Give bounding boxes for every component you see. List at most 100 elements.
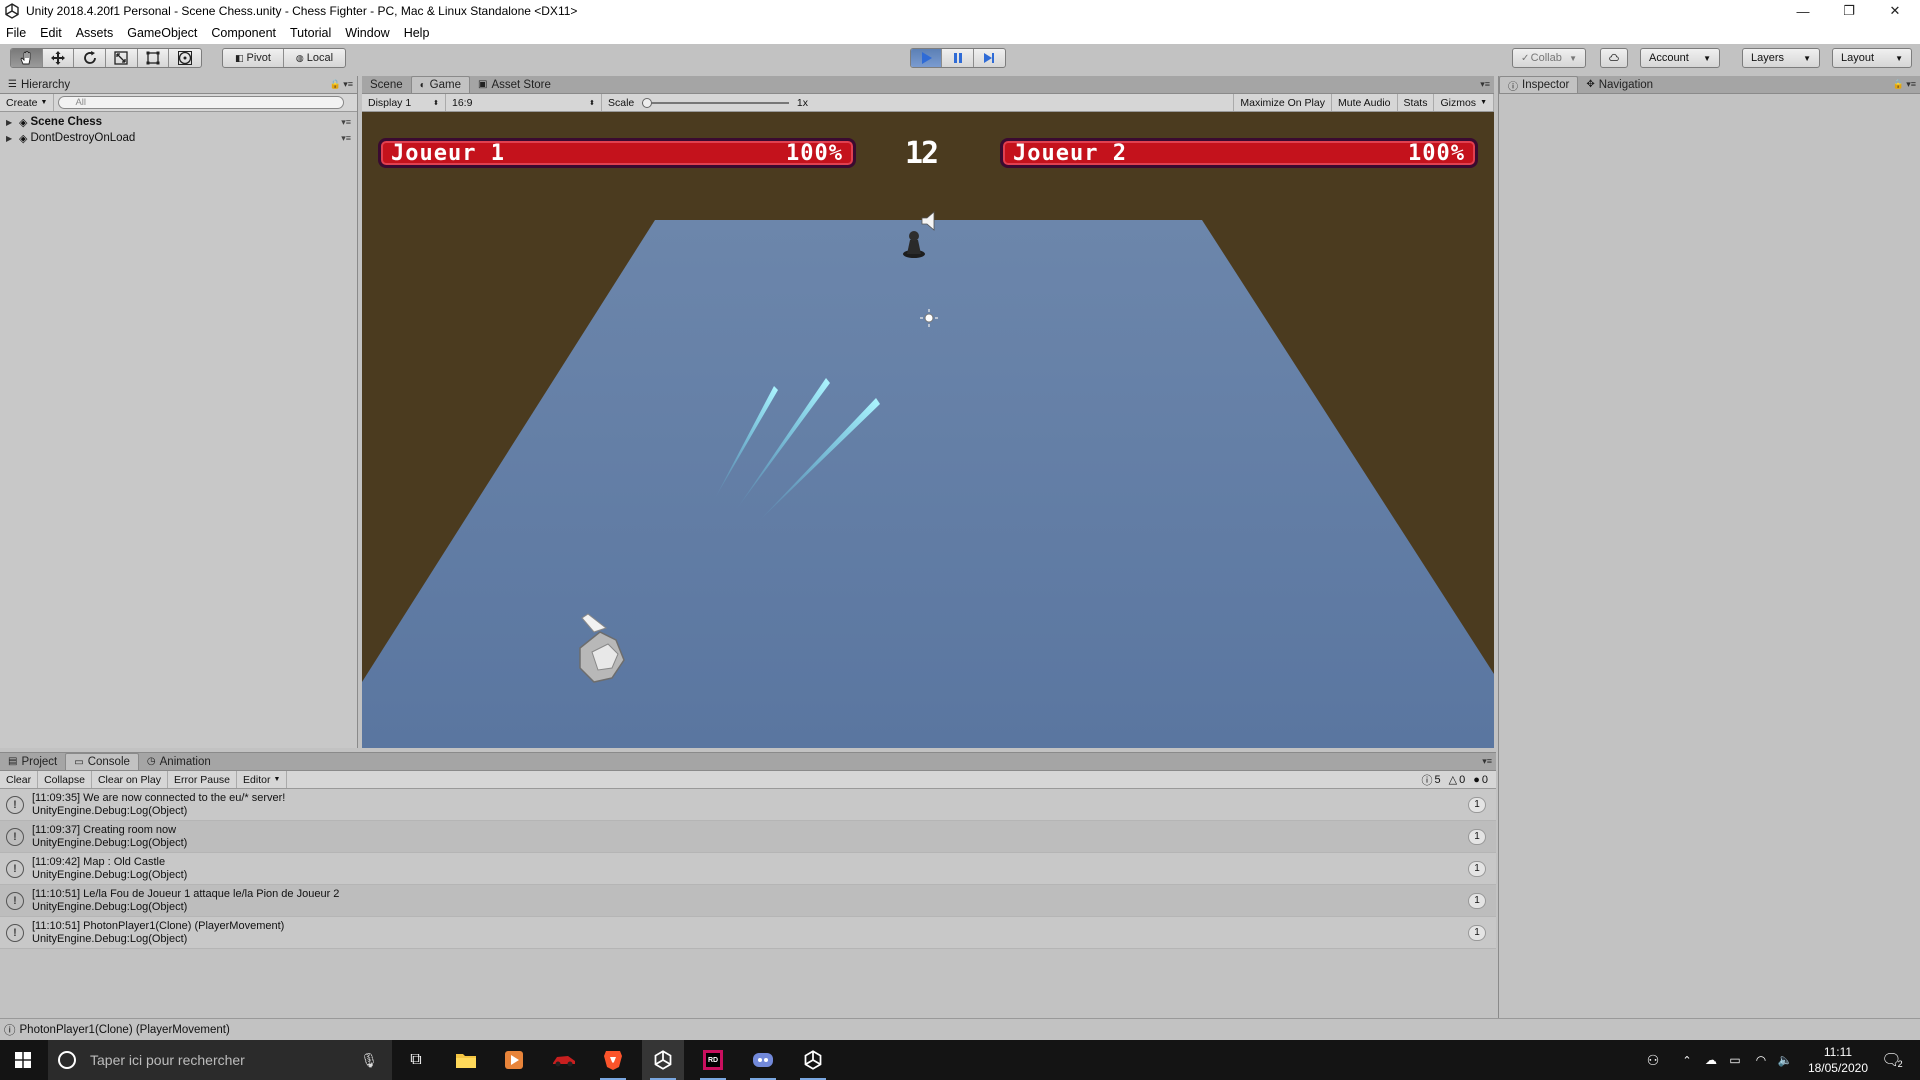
play-button[interactable] (911, 49, 943, 67)
move-tool-button[interactable] (43, 49, 75, 67)
hand-tool-button[interactable] (11, 49, 43, 67)
log-message: [11:09:42] Map : Old Castle (32, 855, 166, 868)
menu-tutorial[interactable]: Tutorial (290, 26, 331, 40)
hierarchy-search-input[interactable]: All (58, 96, 345, 109)
tab-game[interactable]: ◐ Game (410, 76, 470, 93)
scale-slider[interactable] (642, 97, 789, 108)
menu-component[interactable]: Component (211, 26, 276, 40)
taskbar-media-app[interactable] (494, 1040, 534, 1080)
gizmos-dropdown[interactable]: Gizmos ▼ (1434, 94, 1494, 111)
log-count-toggle[interactable]: ⓘ 5 (1422, 772, 1441, 788)
slider-thumb[interactable] (642, 97, 653, 108)
minimize-button[interactable]: — (1780, 0, 1826, 22)
local-button[interactable]: ◍ Local (284, 49, 345, 67)
taskbar-rider[interactable]: RD (692, 1040, 734, 1080)
item-menu-icon[interactable]: ▾≡ (341, 133, 351, 144)
menu-assets[interactable]: Assets (76, 26, 114, 40)
pivot-button[interactable]: ◧ Pivot (223, 49, 285, 67)
play-icon (922, 52, 933, 64)
taskbar-unity-editor[interactable] (642, 1040, 684, 1080)
layers-dropdown[interactable]: Layers ▼ (1742, 48, 1820, 68)
error-pause-toggle[interactable]: Error Pause (168, 771, 238, 788)
maximize-on-play-toggle[interactable]: Maximize On Play (1233, 94, 1332, 111)
log-entry[interactable]: ! [11:10:51] Le/la Fou de Joueur 1 attaq… (0, 885, 1496, 917)
item-menu-icon[interactable]: ▾≡ (341, 117, 351, 128)
info-message-icon: ! (6, 891, 24, 910)
hierarchy-item-dontdestroyonload[interactable]: ▶ ◈ DontDestroyOnLoad ▾≡ (0, 130, 357, 146)
restore-button[interactable]: ❐ (1826, 0, 1872, 22)
error-count-toggle[interactable]: ● 0 (1473, 774, 1488, 786)
layout-dropdown[interactable]: Layout ▼ (1832, 48, 1912, 68)
tray-expand-button[interactable]: ⌃ (1676, 1040, 1698, 1080)
tab-inspector[interactable]: ⓘ Inspector (1499, 76, 1579, 93)
step-button[interactable] (974, 49, 1005, 67)
tab-project[interactable]: ▤ Project (0, 753, 65, 770)
collab-dropdown[interactable]: ✓ Collab ▼ (1512, 48, 1586, 68)
editor-status-bar[interactable]: ⓘ PhotonPlayer1(Clone) (PlayerMovement) (0, 1018, 1920, 1040)
pause-button[interactable] (942, 49, 974, 67)
warning-count: 0 (1459, 773, 1466, 786)
create-dropdown[interactable]: Create ▼ (0, 94, 55, 111)
chevron-up-icon: ⌃ (1682, 1054, 1692, 1067)
editor-dropdown[interactable]: Editor ▼ (237, 771, 288, 788)
taskbar-discord[interactable] (742, 1040, 784, 1080)
log-entry[interactable]: ! [11:09:35] We are now connected to the… (0, 789, 1496, 821)
taskbar-gaming-app[interactable] (544, 1040, 584, 1080)
tab-hierarchy[interactable]: ☰ Hierarchy (0, 76, 78, 93)
taskbar-unity-hub[interactable] (792, 1040, 834, 1080)
account-dropdown[interactable]: Account ▼ (1640, 48, 1720, 68)
people-button[interactable]: ⚇ (1640, 1040, 1666, 1080)
taskbar-brave[interactable] (592, 1040, 634, 1080)
menu-edit[interactable]: Edit (40, 26, 62, 40)
menu-file[interactable]: File (6, 26, 26, 40)
log-entry[interactable]: ! [11:09:37] Creating room now UnityEngi… (0, 821, 1496, 853)
aspect-dropdown[interactable]: 16:9 ⬍ (446, 94, 602, 111)
hierarchy-item-scene-chess[interactable]: ▶ ◈ Scene Chess ▾≡ (0, 114, 357, 130)
menu-help[interactable]: Help (404, 26, 430, 40)
status-text: PhotonPlayer1(Clone) (PlayerMovement) (19, 1023, 230, 1036)
panel-lock-menu-icon[interactable]: 🔒 ▾≡ (330, 79, 353, 90)
tab-asset-store[interactable]: ▣ Asset Store (470, 76, 559, 93)
tab-navigation[interactable]: ✥ Navigation (1578, 76, 1661, 93)
task-view-button[interactable]: ⧉ (396, 1040, 436, 1080)
chevron-down-icon: ▼ (1480, 99, 1487, 106)
panel-lock-menu-icon[interactable]: 🔒 ▾≡ (1893, 79, 1916, 90)
scale-tool-button[interactable] (106, 49, 138, 67)
menu-gameobject[interactable]: GameObject (127, 26, 197, 40)
log-entry[interactable]: ! [11:09:42] Map : Old Castle UnityEngin… (0, 853, 1496, 885)
taskbar-search-input[interactable]: Taper ici pour rechercher 🎙 (48, 1040, 392, 1080)
tray-onedrive[interactable]: ☁ (1700, 1040, 1722, 1080)
display-dropdown[interactable]: Display 1 ⬍ (362, 94, 446, 111)
clear-button[interactable]: Clear (0, 771, 39, 788)
tab-scene[interactable]: Scene (362, 76, 411, 93)
player2-health-bar: Joueur 2 100% (1000, 138, 1478, 168)
cloud-button[interactable] (1600, 48, 1628, 68)
panel-menu-icon[interactable]: ▾≡ (1482, 756, 1492, 767)
menu-window[interactable]: Window (345, 26, 389, 40)
warning-count-toggle[interactable]: △ 0 (1449, 773, 1466, 787)
expand-arrow-icon[interactable]: ▶ (6, 134, 16, 143)
panel-menu-icon[interactable]: ▾≡ (1480, 79, 1490, 90)
start-button[interactable] (0, 1040, 46, 1080)
microphone-icon[interactable]: 🎙 (360, 1052, 378, 1069)
tray-network[interactable]: ◠ (1750, 1040, 1772, 1080)
tray-battery[interactable]: ▭ (1724, 1040, 1746, 1080)
action-center-button[interactable]: 🗨 2 (1872, 1040, 1912, 1080)
collapse-toggle[interactable]: Collapse (38, 771, 92, 788)
close-button[interactable]: ✕ (1872, 0, 1918, 22)
mute-audio-toggle[interactable]: Mute Audio (1332, 94, 1398, 111)
tray-volume[interactable]: 🔈 (1774, 1040, 1796, 1080)
tab-console[interactable]: ▭ Console (65, 753, 139, 770)
tab-animation[interactable]: ◷ Animation (139, 753, 219, 770)
rect-tool-button[interactable] (138, 49, 170, 67)
transform-tool-button[interactable] (169, 49, 201, 67)
stats-toggle[interactable]: Stats (1398, 94, 1435, 111)
clear-on-play-toggle[interactable]: Clear on Play (92, 771, 168, 788)
expand-arrow-icon[interactable]: ▶ (6, 118, 16, 127)
log-entry[interactable]: ! [11:10:51] PhotonPlayer1(Clone) (Playe… (0, 917, 1496, 949)
rotate-tool-button[interactable] (74, 49, 107, 67)
game-render-canvas[interactable]: Joueur 1 100% 12 Joueur 2 100% (362, 112, 1494, 748)
layout-label: Layout (1841, 52, 1875, 64)
taskbar-explorer[interactable] (446, 1040, 486, 1080)
taskbar-clock[interactable]: 11:11 18/05/2020 (1808, 1044, 1868, 1076)
